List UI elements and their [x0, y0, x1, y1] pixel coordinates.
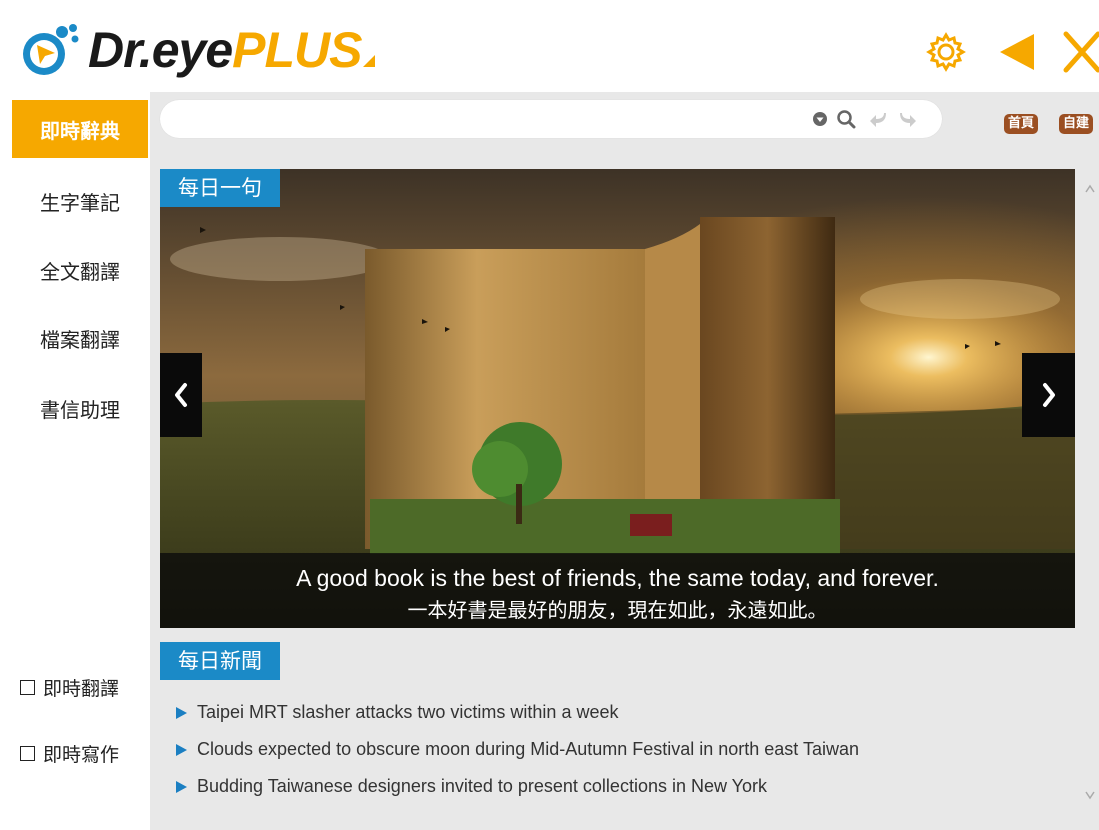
- app-logo: Dr.eyePLUS: [18, 14, 376, 86]
- sidebar-item-full-text-translation[interactable]: 全文翻譯: [12, 241, 148, 299]
- news-list: Taipei MRT slasher attacks two victims w…: [176, 694, 1066, 805]
- home-badge[interactable]: 首頁: [1004, 114, 1039, 134]
- news-item-text: Taipei MRT slasher attacks two victims w…: [197, 702, 619, 722]
- content-scrollbar[interactable]: [1083, 172, 1097, 812]
- bullet-triangle-icon: [176, 743, 187, 756]
- sidebar-item-letter-assistant[interactable]: 書信助理: [12, 379, 148, 437]
- instant-translation-checkbox[interactable]: [20, 679, 35, 695]
- sidebar-item-vocabulary-notes[interactable]: 生字筆記: [12, 172, 148, 230]
- chevron-right-icon: [1042, 383, 1055, 407]
- instant-translation-label: 即時翻譯: [43, 677, 120, 700]
- back-arrow-icon[interactable]: [994, 30, 1038, 74]
- logo-mark-icon: [18, 20, 82, 80]
- custom-badge[interactable]: 自建: [1059, 114, 1094, 134]
- chevron-left-icon: [175, 383, 187, 407]
- search-input[interactable]: [178, 104, 802, 136]
- instant-translation-toggle[interactable]: 即時翻譯: [20, 672, 119, 702]
- bullet-triangle-icon: [176, 780, 187, 793]
- logo-dr-text: Dr.eye: [88, 22, 233, 78]
- daily-news-title: 每日新聞: [160, 642, 280, 680]
- sidebar: 即時辭典 生字筆記 全文翻譯 檔案翻譯 書信助理 即時翻譯 即時寫作: [0, 92, 150, 830]
- daily-sentence-english: A good book is the best of friends, the …: [296, 565, 939, 591]
- bullet-triangle-icon: [176, 706, 187, 719]
- carousel-next-button[interactable]: [1022, 353, 1075, 437]
- undo-icon[interactable]: [866, 109, 886, 129]
- dropdown-icon[interactable]: [810, 109, 830, 129]
- news-item-text: Clouds expected to obscure moon during M…: [197, 739, 860, 759]
- daily-sentence-chinese: 一本好書是最好的朋友，現在如此，永遠如此。: [407, 598, 828, 622]
- instant-writing-label: 即時寫作: [43, 743, 120, 766]
- gear-icon[interactable]: [924, 30, 968, 74]
- main-content: 首頁 自建 每日一句 A good book is the best of fr…: [150, 92, 1099, 830]
- news-item[interactable]: Clouds expected to obscure moon during M…: [176, 731, 1066, 768]
- news-item[interactable]: Budding Taiwanese designers invited to p…: [176, 768, 1066, 805]
- app-header: Dr.eyePLUS: [0, 0, 1099, 92]
- search-icon[interactable]: [836, 109, 856, 129]
- daily-sentence-title: 每日一句: [160, 169, 280, 207]
- carousel-prev-button[interactable]: [160, 353, 202, 437]
- instant-writing-checkbox[interactable]: [20, 745, 35, 761]
- close-icon[interactable]: [1062, 30, 1099, 74]
- redo-icon[interactable]: [898, 109, 918, 129]
- daily-sentence-caption: A good book is the best of friends, the …: [160, 553, 1075, 628]
- sidebar-item-file-translation[interactable]: 檔案翻譯: [12, 309, 148, 367]
- instant-writing-toggle[interactable]: 即時寫作: [20, 738, 119, 768]
- search-bar: [160, 100, 942, 138]
- news-item[interactable]: Taipei MRT slasher attacks two victims w…: [176, 694, 1066, 731]
- news-item-text: Budding Taiwanese designers invited to p…: [197, 776, 768, 796]
- sidebar-item-instant-dictionary[interactable]: 即時辭典: [12, 100, 148, 158]
- daily-sentence-carousel: 每日一句 A good book is the best of friends,…: [160, 169, 1075, 628]
- logo-plus-text: PLUS: [232, 22, 362, 78]
